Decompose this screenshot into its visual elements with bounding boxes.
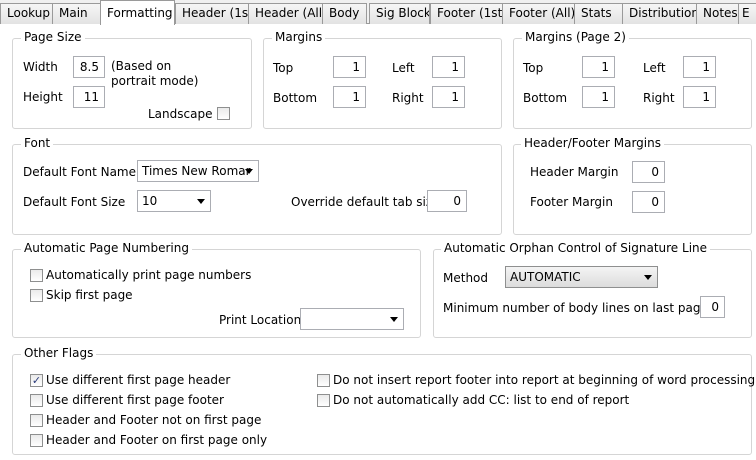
method-label: Method bbox=[443, 271, 489, 285]
tab-notes[interactable]: Notes bbox=[696, 3, 739, 24]
no-cc-list-label: Do not automatically add CC: list to end… bbox=[333, 393, 630, 407]
margins2-bottom-input[interactable]: 1 bbox=[582, 86, 615, 108]
margins2-right-input[interactable]: 1 bbox=[683, 86, 716, 108]
portrait-note-1: (Based on bbox=[111, 59, 172, 73]
margins-left-input[interactable]: 1 bbox=[432, 56, 465, 78]
hf-first-only-checkbox[interactable] bbox=[30, 434, 43, 447]
tab-body[interactable]: Body bbox=[322, 3, 367, 24]
font-size-value: 10 bbox=[142, 194, 158, 208]
diff-first-header-checkbox[interactable]: ✓ bbox=[30, 374, 43, 387]
tab-stats[interactable]: Stats bbox=[574, 3, 623, 24]
font-size-select[interactable]: 10 bbox=[137, 190, 211, 212]
diff-first-footer-checkbox[interactable] bbox=[30, 394, 43, 407]
margins-right-input[interactable]: 1 bbox=[432, 86, 465, 108]
margins2-left-input[interactable]: 1 bbox=[683, 56, 716, 78]
margins-bottom-label: Bottom bbox=[273, 91, 318, 105]
footer-margin-input[interactable]: 0 bbox=[632, 191, 665, 213]
tab-footer-all[interactable]: Footer (All) bbox=[502, 3, 575, 24]
hf-not-first-checkbox[interactable] bbox=[30, 414, 43, 427]
font-name-select[interactable]: Times New Romar bbox=[137, 160, 259, 182]
hf-margins-title: Header/Footer Margins bbox=[521, 136, 664, 150]
margins2-bottom-label: Bottom bbox=[523, 91, 568, 105]
other-flags-title: Other Flags bbox=[21, 346, 97, 360]
no-report-footer-label: Do not insert report footer into report … bbox=[333, 373, 756, 387]
width-input[interactable]: 8.5 bbox=[73, 56, 105, 78]
height-label: Height bbox=[23, 90, 63, 104]
tab-main[interactable]: Main bbox=[52, 3, 101, 24]
tab-size-input[interactable]: 0 bbox=[427, 190, 467, 212]
chevron-down-icon bbox=[390, 317, 398, 322]
hf-not-first-label: Header and Footer not on first page bbox=[46, 413, 262, 427]
auto-print-checkbox[interactable] bbox=[30, 269, 43, 282]
header-margin-label: Header Margin bbox=[530, 165, 619, 179]
margins-left-label: Left bbox=[392, 61, 415, 75]
tab-header-1st[interactable]: Header (1st) bbox=[175, 3, 249, 24]
margins-group bbox=[263, 38, 502, 129]
auto-print-label: Automatically print page numbers bbox=[46, 268, 252, 282]
header-margin-input[interactable]: 0 bbox=[632, 161, 665, 183]
tab-sig-block[interactable]: Sig Block bbox=[369, 3, 430, 24]
font-name-label: Default Font Name bbox=[23, 165, 137, 179]
print-location-select[interactable] bbox=[300, 308, 404, 330]
margins2-top-input[interactable]: 1 bbox=[582, 56, 615, 78]
no-cc-list-checkbox[interactable] bbox=[317, 394, 330, 407]
footer-margin-label: Footer Margin bbox=[530, 195, 613, 209]
margins-right-label: Right bbox=[392, 91, 424, 105]
tab-footer-1st[interactable]: Footer (1st) bbox=[430, 3, 503, 24]
portrait-note-2: portrait mode) bbox=[111, 74, 199, 88]
page-numbering-title: Automatic Page Numbering bbox=[21, 241, 192, 255]
font-title: Font bbox=[21, 136, 54, 150]
margins-page2-group bbox=[513, 38, 752, 129]
margins2-left-label: Left bbox=[643, 61, 666, 75]
font-name-value: Times New Romar bbox=[142, 164, 251, 178]
skip-first-checkbox[interactable] bbox=[30, 289, 43, 302]
margins-page2-title: Margins (Page 2) bbox=[522, 30, 629, 44]
margins2-top-label: Top bbox=[523, 61, 544, 75]
hf-margins-group bbox=[513, 144, 752, 235]
chevron-down-icon bbox=[644, 275, 652, 280]
margins-top-label: Top bbox=[273, 61, 294, 75]
min-lines-input[interactable]: 0 bbox=[700, 296, 725, 318]
height-input[interactable]: 11 bbox=[73, 86, 105, 108]
landscape-label: Landscape bbox=[148, 107, 213, 121]
orphan-control-group bbox=[433, 249, 752, 338]
margins-bottom-input[interactable]: 1 bbox=[333, 86, 366, 108]
font-size-label: Default Font Size bbox=[23, 195, 126, 209]
margins-top-input[interactable]: 1 bbox=[333, 56, 366, 78]
method-select[interactable]: AUTOMATIC bbox=[505, 266, 658, 288]
width-label: Width bbox=[23, 60, 58, 74]
tab-formatting[interactable]: Formatting bbox=[100, 0, 175, 25]
tab-distribution[interactable]: Distribution bbox=[622, 3, 697, 24]
diff-first-header-label: Use different first page header bbox=[46, 373, 231, 387]
landscape-checkbox[interactable] bbox=[217, 107, 230, 120]
diff-first-footer-label: Use different first page footer bbox=[46, 393, 224, 407]
method-value: AUTOMATIC bbox=[510, 270, 581, 284]
tab-bar: Lookup Main Header (1st) Header (All) Bo… bbox=[0, 0, 756, 25]
page-size-title: Page Size bbox=[21, 30, 85, 44]
tab-lookup[interactable]: Lookup bbox=[0, 3, 53, 24]
orphan-control-title: Automatic Orphan Control of Signature Li… bbox=[441, 241, 711, 255]
skip-first-label: Skip first page bbox=[46, 288, 133, 302]
margins2-right-label: Right bbox=[643, 91, 675, 105]
hf-first-only-label: Header and Footer on first page only bbox=[46, 433, 268, 447]
tab-size-label: Override default tab size bbox=[291, 195, 440, 209]
chevron-down-icon bbox=[197, 199, 205, 204]
tab-header-all[interactable]: Header (All) bbox=[248, 3, 323, 24]
no-report-footer-checkbox[interactable] bbox=[317, 374, 330, 387]
tab-overflow[interactable]: E bbox=[738, 3, 756, 24]
print-location-label: Print Location bbox=[219, 313, 302, 327]
min-lines-label: Minimum number of body lines on last pag… bbox=[443, 301, 708, 315]
margins-title: Margins bbox=[272, 30, 326, 44]
chevron-down-icon bbox=[245, 169, 253, 174]
